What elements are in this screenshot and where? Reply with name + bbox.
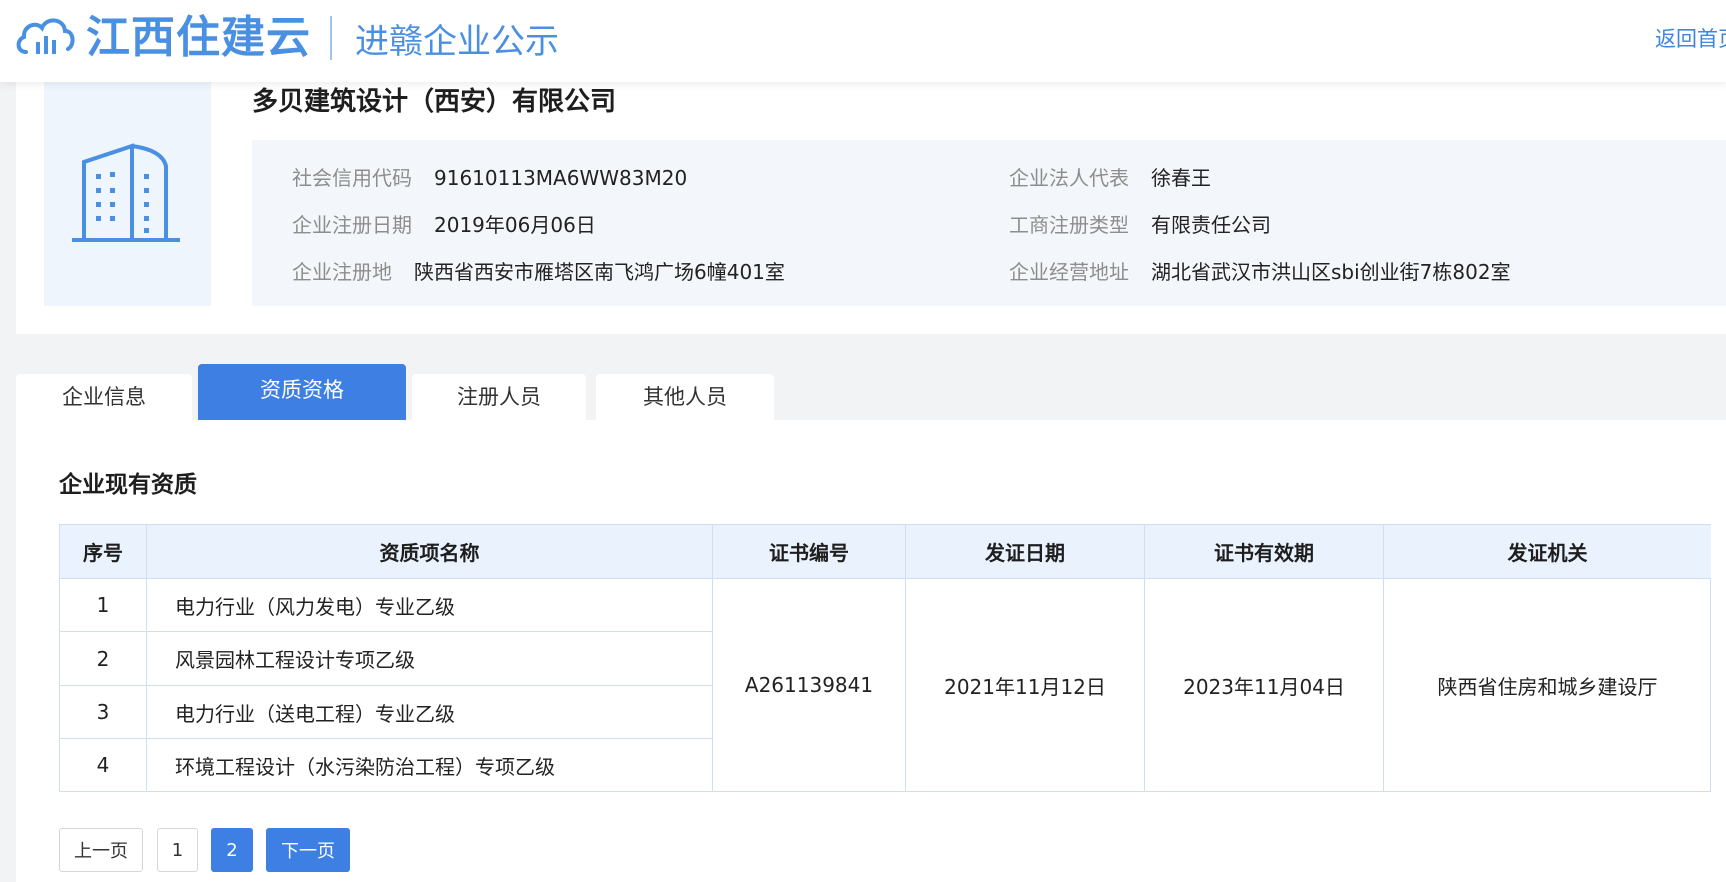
table-row-no: 1 [60,579,147,632]
col-header-valid-until: 证书有效期 [1145,525,1384,579]
next-page-button[interactable]: 下一页 [266,828,350,872]
table-row-no: 3 [60,686,147,739]
reg-date-value: 2019年06月06日 [434,213,596,237]
reg-place-value: 陕西省西安市雁塔区南飞鸿广场6幢401室 [414,260,785,284]
col-header-authority: 发证机关 [1384,525,1711,579]
cert-number-cell: A261139841 [713,579,906,791]
legal-rep-label: 企业法人代表 [1009,166,1129,190]
biz-type-value: 有限责任公司 [1151,213,1271,237]
tab-company-info[interactable]: 企业信息 [16,374,192,420]
col-header-name: 资质项名称 [147,525,713,579]
reg-date-label: 企业注册日期 [292,213,412,237]
biz-type-row: 工商注册类型 有限责任公司 [1009,211,1271,239]
tab-other-staff[interactable]: 其他人员 [596,374,774,420]
table-row-name: 环境工程设计（水污染防治工程）专项乙级 [147,739,713,791]
building-icon [72,143,180,242]
table-row-name: 风景园林工程设计专项乙级 [147,632,713,686]
tab-qualifications[interactable]: 资质资格 [198,364,406,420]
page-subtitle: 进赣企业公示 [355,22,559,62]
section-title: 企业现有资质 [59,472,197,498]
biz-type-label: 工商注册类型 [1009,213,1129,237]
prev-page-button[interactable]: 上一页 [59,828,143,872]
legal-rep-row: 企业法人代表 徐春王 [1009,164,1211,192]
reg-place-label: 企业注册地 [292,260,392,284]
page-2-button[interactable]: 2 [211,828,253,872]
company-name: 多贝建筑设计（西安）有限公司 [252,87,617,117]
credit-code-label: 社会信用代码 [292,166,412,190]
reg-date-row: 企业注册日期 2019年06月06日 [292,211,596,239]
valid-until-cell: 2023年11月04日 [1145,579,1384,791]
brand-title: 江西住建云 [86,12,311,63]
table-row-no: 4 [60,739,147,791]
op-address-value: 湖北省武汉市洪山区sbi创业街7栋802室 [1151,260,1511,284]
op-address-row: 企业经营地址 湖北省武汉市洪山区sbi创业街7栋802室 [1009,258,1511,286]
cloud-logo-icon [16,18,75,54]
tab-registered-staff[interactable]: 注册人员 [412,374,586,420]
table-row-name: 电力行业（送电工程）专业乙级 [147,686,713,739]
issue-date-cell: 2021年11月12日 [906,579,1145,791]
legal-rep-value: 徐春王 [1151,166,1211,190]
credit-code-value: 91610113MA6WW83M20 [434,166,688,190]
tab-bar: 企业信息 资质资格 注册人员 其他人员 [16,334,1726,420]
op-address-label: 企业经营地址 [1009,260,1129,284]
authority-cell: 陕西省住房和城乡建设厅 [1437,674,1658,699]
col-header-no: 序号 [60,525,147,579]
reg-place-row: 企业注册地 陕西省西安市雁塔区南飞鸿广场6幢401室 [292,258,785,286]
qualification-table: 序号 资质项名称 证书编号 发证日期 证书有效期 发证机关 1 电力行业（风力发… [59,524,1711,792]
company-logo [44,82,211,306]
page-1-button[interactable]: 1 [157,828,198,872]
col-header-cert-no: 证书编号 [713,525,906,579]
back-home-link[interactable]: 返回首页 [1655,22,1726,56]
top-bar: 江西住建云 进赣企业公示 返回首页 [0,0,1726,82]
table-row-name: 电力行业（风力发电）专业乙级 [147,579,713,632]
header-divider [330,16,332,60]
col-header-issue-date: 发证日期 [906,525,1145,579]
credit-code-row: 社会信用代码 91610113MA6WW83M20 [292,164,687,192]
company-info-panel: 社会信用代码 91610113MA6WW83M20 企业法人代表 徐春王 企业注册日… [252,140,1726,306]
table-row-no: 2 [60,632,147,686]
